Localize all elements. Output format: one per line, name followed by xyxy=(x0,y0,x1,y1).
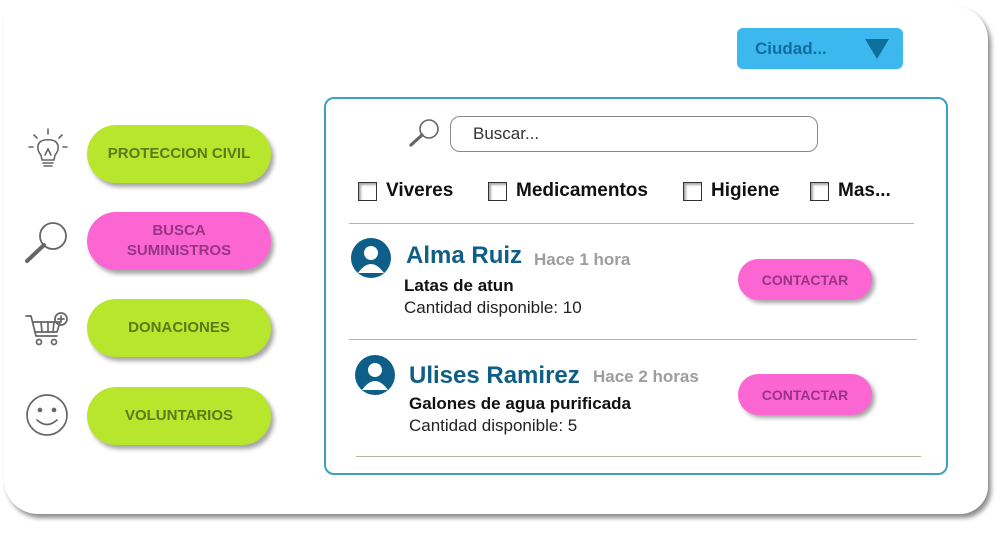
smiley-icon xyxy=(26,394,68,436)
divider xyxy=(349,223,914,224)
city-dropdown-label: Ciudad... xyxy=(755,38,827,58)
checkbox[interactable] xyxy=(358,181,377,201)
contact-button[interactable]: CONTACTAR xyxy=(738,374,872,415)
post-item-title: Latas de atun xyxy=(404,276,514,295)
filter-label: Medicamentos xyxy=(516,180,648,201)
post-timestamp: Hace 2 horas xyxy=(593,367,699,386)
sidebar-item-proteccion-civil[interactable]: PROTECCION CIVIL xyxy=(87,125,271,183)
sidebar-item-donaciones[interactable]: DONACIONES xyxy=(87,299,271,357)
contact-button-label: CONTACTAR xyxy=(761,271,849,288)
sidebar-item-label: DONACIONES xyxy=(128,319,230,336)
avatar xyxy=(351,238,391,278)
filter-medicamentos[interactable]: Medicamentos xyxy=(488,180,648,202)
post-timestamp: Hace 1 hora xyxy=(534,250,631,269)
sidebar-item-label: VOLUNTARIOS xyxy=(124,407,234,424)
post-item-title: Galones de agua purificada xyxy=(409,394,632,413)
filter-label: Higiene xyxy=(711,180,780,201)
user-icon xyxy=(362,363,388,390)
post-quantity: Cantidad disponible: 10 xyxy=(404,298,582,317)
contact-button-label: CONTACTAR xyxy=(761,386,849,403)
sidebar-item-voluntarios[interactable]: VOLUNTARIOS xyxy=(87,387,271,445)
city-dropdown[interactable]: Ciudad... xyxy=(737,28,903,69)
chevron-down-icon[interactable] xyxy=(865,39,889,59)
filter-label: Viveres xyxy=(386,180,454,201)
cart-icon xyxy=(25,312,68,346)
post-author-name[interactable]: Alma Ruiz xyxy=(406,242,522,270)
search-input[interactable] xyxy=(450,116,818,152)
post-quantity: Cantidad disponible: 5 xyxy=(409,416,578,435)
divider xyxy=(356,456,921,457)
filter-label: Mas... xyxy=(838,180,891,201)
divider xyxy=(349,339,917,340)
magnifier-icon xyxy=(25,222,67,263)
contact-button[interactable]: CONTACTAR xyxy=(738,259,872,300)
search-icon[interactable] xyxy=(408,117,442,149)
avatar xyxy=(355,355,395,395)
sidebar-item-label: BUSCA SUMINISTROS xyxy=(126,222,232,259)
post-author-name[interactable]: Ulises Ramirez xyxy=(409,362,580,390)
sidebar-item-busca-suministros[interactable]: BUSCA SUMINISTROS xyxy=(87,212,271,270)
filter-mas[interactable]: Mas... xyxy=(810,180,891,202)
filter-higiene[interactable]: Higiene xyxy=(683,180,780,202)
lightbulb-icon xyxy=(28,128,68,167)
checkbox[interactable] xyxy=(488,181,507,201)
checkbox[interactable] xyxy=(810,181,829,201)
user-icon xyxy=(358,246,384,273)
filter-viveres[interactable]: Viveres xyxy=(358,180,453,202)
checkbox[interactable] xyxy=(683,181,702,201)
sidebar-item-label: PROTECCION CIVIL xyxy=(107,145,251,162)
